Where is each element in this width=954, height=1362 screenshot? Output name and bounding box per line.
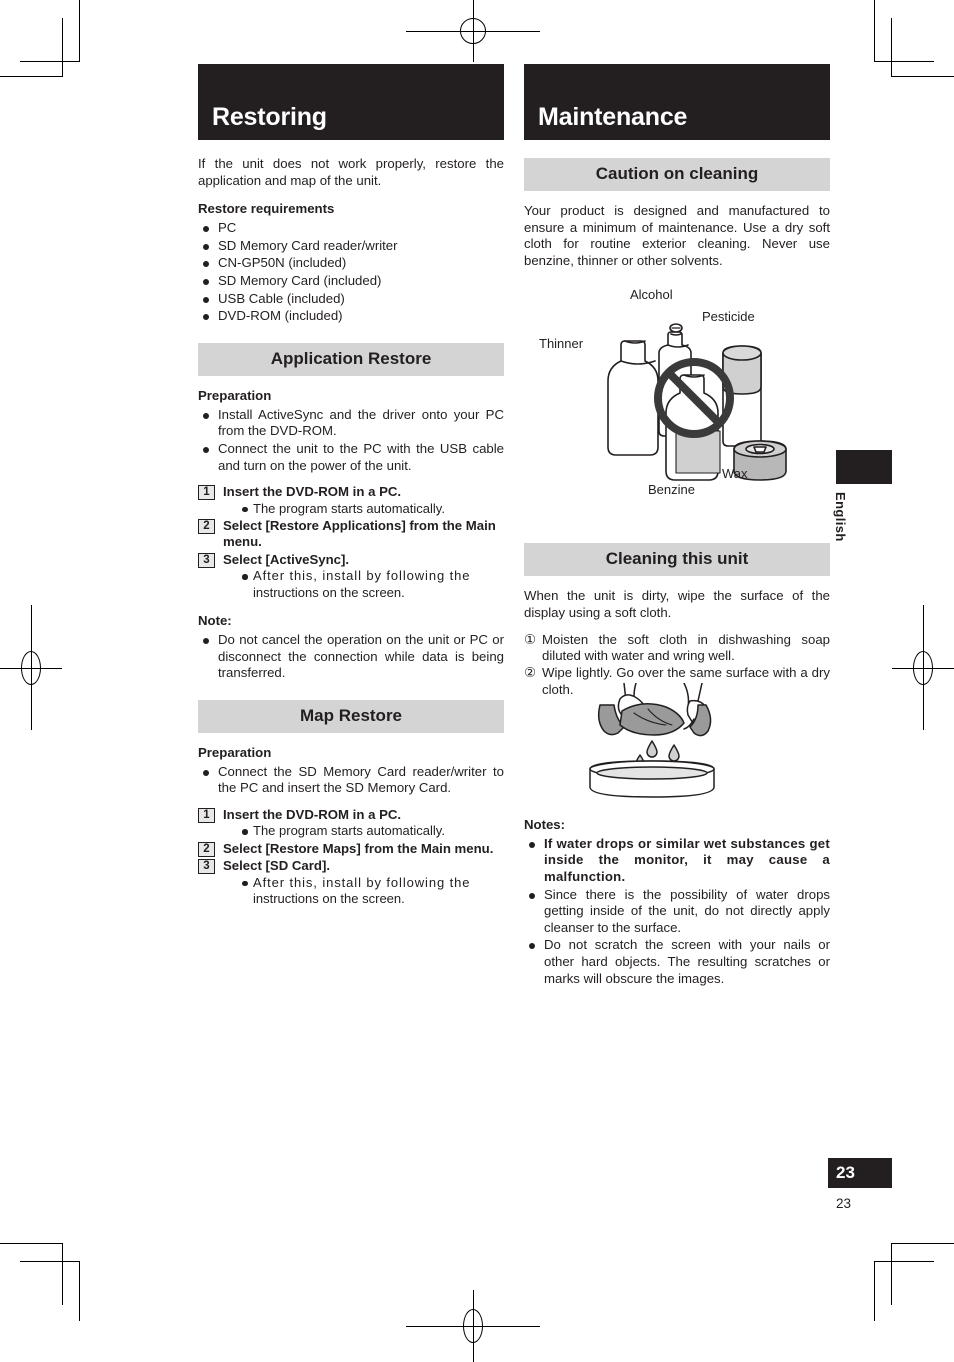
step-text: Moisten the soft cloth in dishwashing so…	[542, 631, 830, 664]
maintenance-notes-heading: Notes:	[524, 816, 566, 832]
list-item: The program starts automatically.	[223, 823, 504, 839]
list-item: Connect the unit to the PC with the USB …	[198, 441, 504, 474]
page-content: Restoring If the unit does not work prop…	[0, 0, 954, 1326]
step-3: 3 Select [SD Card]. After this, install …	[198, 858, 504, 907]
left-column: Restoring If the unit does not work prop…	[198, 64, 504, 908]
step-text: Select [SD Card].	[223, 858, 330, 874]
step-1: 1 Insert the DVD-ROM in a PC. The progra…	[198, 807, 504, 840]
step-marker: ②	[524, 665, 537, 681]
step-subnote-list: After this, install by following the inst…	[223, 875, 504, 908]
step-2: 2 Select [Restore Applications] from the…	[198, 518, 504, 551]
label-alcohol: Alcohol	[630, 287, 673, 303]
step-text: Select [Restore Maps] from the Main menu…	[223, 840, 494, 856]
list-item: SD Memory Card reader/writer	[198, 238, 504, 255]
step-text: Select [ActiveSync].	[223, 551, 350, 567]
list-item: Install ActiveSync and the driver onto y…	[198, 407, 504, 440]
list-item: Do not scratch the screen with your nail…	[524, 937, 830, 987]
application-steps: 1 Insert the DVD-ROM in a PC. The progra…	[198, 484, 504, 601]
list-item: If water drops or similar wet substances…	[524, 836, 830, 886]
list-item: After this, install by following the inst…	[223, 875, 504, 908]
step-number: 1	[198, 807, 215, 823]
step-subnote-line2: instructions on the screen.	[253, 890, 405, 906]
list-item: SD Memory Card (included)	[198, 273, 504, 290]
restoring-intro: If the unit does not work properly, rest…	[198, 156, 504, 188]
list-item: DVD-ROM (included)	[198, 308, 504, 325]
step-number: 3	[198, 859, 215, 875]
section-bar-map-restore: Map Restore	[198, 699, 504, 733]
page-number-plain: 23	[836, 1196, 852, 1211]
right-column: Maintenance Caution on cleaning Your pro…	[524, 64, 830, 993]
restore-requirements-list: PC SD Memory Card reader/writer CN-GP50N…	[198, 220, 504, 325]
list-item: Since there is the possibility of water …	[524, 887, 830, 937]
section-bar-application-restore: Application Restore	[198, 342, 504, 376]
list-item: Connect the SD Memory Card reader/writer…	[198, 764, 504, 797]
application-preparation-list: Install ActiveSync and the driver onto y…	[198, 407, 504, 474]
chapter-title-maintenance: Maintenance	[538, 103, 688, 131]
application-note-heading: Note:	[198, 612, 232, 628]
label-benzine: Benzine	[648, 482, 695, 498]
label-pesticide: Pesticide	[702, 309, 755, 325]
list-item: USB Cable (included)	[198, 291, 504, 308]
step-number: 2	[198, 518, 215, 534]
step-number: 1	[198, 485, 215, 501]
map-preparation-list: Connect the SD Memory Card reader/writer…	[198, 764, 504, 797]
step-number: 2	[198, 841, 215, 857]
section-bar-caution-on-cleaning: Caution on cleaning	[524, 158, 830, 191]
chapter-banner-maintenance: Maintenance	[524, 64, 830, 140]
step-subnote-line1: After this, install by following the	[253, 568, 471, 584]
step-subnote-line2: instructions on the screen.	[253, 584, 405, 600]
step-subnote-line1: After this, install by following the	[253, 874, 471, 890]
map-preparation-heading: Preparation	[198, 744, 272, 760]
step-text: Insert the DVD-ROM in a PC.	[223, 484, 402, 500]
maintenance-notes-list: If water drops or similar wet substances…	[524, 836, 830, 987]
step-text: Select [Restore Applications] from the M…	[223, 517, 496, 550]
step-subnote-list: After this, install by following the inst…	[223, 568, 504, 601]
step-2: 2 Select [Restore Maps] from the Main me…	[198, 841, 504, 857]
label-thinner: Thinner	[539, 336, 584, 352]
list-item: PC	[198, 220, 504, 237]
language-tab-label: English	[833, 492, 848, 542]
step-3: 3 Select [ActiveSync]. After this, insta…	[198, 552, 504, 601]
list-item: The program starts automatically.	[223, 501, 504, 517]
cloth-basin-illustration	[589, 682, 715, 798]
step-1: 1 Insert the DVD-ROM in a PC. The progra…	[198, 484, 504, 517]
list-item: Do not cancel the operation on the unit …	[198, 632, 504, 682]
solvent-bottles-illustration	[607, 323, 787, 482]
application-note-list: Do not cancel the operation on the unit …	[198, 632, 504, 682]
restore-requirements-heading: Restore requirements	[198, 201, 335, 217]
list-item: CN-GP50N (included)	[198, 255, 504, 272]
list-item: After this, install by following the inst…	[223, 568, 504, 601]
cleaning-step-1: ① Moisten the soft cloth in dishwashing …	[524, 632, 830, 666]
step-number: 3	[198, 552, 215, 568]
solvent-bottles-figure: Alcohol Pesticide Thinner Wax Benzine	[524, 283, 830, 513]
step-subnote-list: The program starts automatically.	[223, 823, 504, 839]
page-number-badge: 23	[828, 1158, 892, 1188]
map-steps: 1 Insert the DVD-ROM in a PC. The progra…	[198, 807, 504, 907]
cloth-basin-figure	[524, 682, 830, 803]
application-preparation-heading: Preparation	[198, 387, 272, 403]
step-marker: ①	[524, 631, 537, 647]
step-text: Insert the DVD-ROM in a PC.	[223, 806, 402, 822]
section-bar-cleaning-this-unit: Cleaning this unit	[524, 543, 830, 577]
language-tab-block	[836, 450, 892, 484]
step-subnote-list: The program starts automatically.	[223, 501, 504, 517]
chapter-banner-restoring: Restoring	[198, 64, 504, 140]
label-wax: Wax	[722, 466, 748, 482]
cleaning-body: When the unit is dirty, wipe the surface…	[524, 588, 830, 620]
chapter-title-restoring: Restoring	[212, 103, 327, 131]
caution-body: Your product is designed and manufacture…	[524, 203, 830, 268]
